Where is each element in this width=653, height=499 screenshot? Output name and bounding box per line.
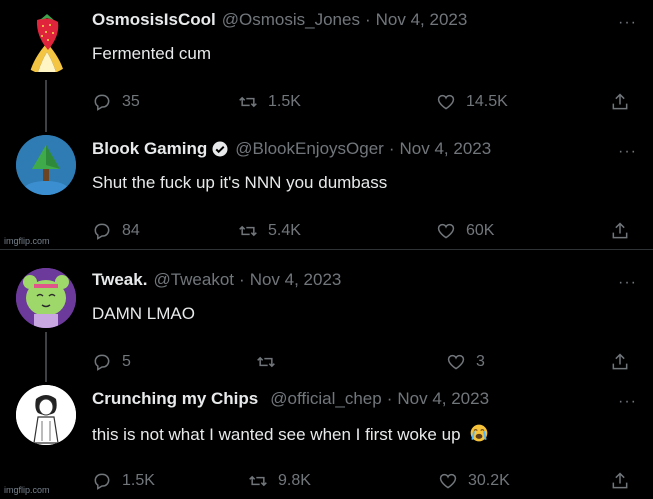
user-handle[interactable]: @Osmosis_Jones	[222, 10, 360, 30]
watermark: imgflip.com	[4, 485, 50, 495]
avatar[interactable]	[16, 14, 76, 74]
tweet-actions: 84 5.4K 60K	[92, 221, 637, 243]
reply-icon	[94, 473, 110, 490]
reply-button[interactable]: 5	[92, 352, 131, 372]
share-button[interactable]	[610, 221, 640, 241]
retweet-icon	[239, 225, 257, 237]
retweet-icon	[239, 96, 257, 108]
separator-dot: ·	[364, 10, 371, 29]
tweet-date[interactable]: Nov 4, 2023	[400, 139, 492, 159]
retweet-count: 5.4K	[268, 222, 301, 239]
reply-count: 5	[122, 353, 131, 370]
screenshot-panel-2: Tweak. @Tweakot · Nov 4, 2023 ··· DAMN L…	[0, 250, 653, 499]
reply-button[interactable]: 35	[92, 92, 140, 112]
screenshot-panel-1: OsmosisIsCool @Osmosis_Jones · Nov 4, 20…	[0, 0, 653, 249]
share-icon	[612, 353, 628, 370]
green-character-icon	[16, 268, 76, 328]
share-button[interactable]	[610, 471, 640, 491]
tweet-header: Tweak. @Tweakot · Nov 4, 2023	[92, 270, 613, 290]
strawberry-banana-icon	[30, 14, 64, 72]
retweet-count: 9.8K	[278, 472, 311, 489]
reply-icon	[94, 94, 110, 111]
watermark: imgflip.com	[4, 236, 50, 246]
tweet-header: OsmosisIsCool @Osmosis_Jones · Nov 4, 20…	[92, 10, 613, 30]
user-handle[interactable]: @BlookEnjoysOger	[235, 139, 384, 159]
more-options-icon[interactable]: ···	[618, 14, 637, 32]
like-count: 30.2K	[468, 472, 510, 489]
loudly-crying-face-icon	[470, 424, 488, 442]
tweet-actions: 35 1.5K 14.5K	[92, 92, 637, 114]
avatar[interactable]	[16, 135, 76, 195]
avatar[interactable]	[16, 268, 76, 328]
separator-dot: ·	[239, 270, 245, 289]
tweet[interactable]: Crunching my Chips @official_chep · Nov …	[0, 379, 653, 499]
sketch-character-icon	[16, 385, 76, 445]
like-count: 3	[476, 353, 485, 370]
tweet-date[interactable]: Nov 4, 2023	[376, 10, 468, 30]
retweet-button[interactable]: 5.4K	[238, 221, 301, 241]
heart-icon	[439, 473, 457, 489]
display-name[interactable]: Blook Gaming	[92, 139, 207, 159]
retweet-count: 1.5K	[268, 93, 301, 110]
like-count: 14.5K	[466, 93, 508, 110]
separator-dot: ·	[386, 389, 393, 408]
tweet-text: DAMN LMAO	[92, 304, 195, 323]
reply-button[interactable]: 84	[92, 221, 140, 241]
tweet-body: this is not what I wanted see when I fir…	[92, 423, 489, 445]
tweet[interactable]: Blook Gaming @BlookEnjoysOger · Nov 4, 2…	[0, 129, 653, 249]
more-options-icon[interactable]: ···	[618, 393, 637, 411]
user-handle[interactable]: @Tweakot	[153, 270, 234, 290]
share-button[interactable]	[610, 352, 640, 372]
share-icon	[612, 93, 628, 110]
retweet-icon	[249, 475, 267, 487]
heart-icon	[447, 354, 465, 370]
retweet-button[interactable]: 1.5K	[238, 92, 301, 112]
separator-dot: ·	[388, 139, 395, 158]
heart-icon	[437, 223, 455, 239]
like-button[interactable]: 3	[446, 352, 485, 372]
tweet-text: Shut the fuck up it's NNN you dumbass	[92, 173, 388, 192]
tweet-date[interactable]: Nov 4, 2023	[397, 389, 489, 409]
share-icon	[612, 222, 628, 239]
like-button[interactable]: 14.5K	[436, 92, 508, 112]
retweet-button[interactable]	[256, 352, 286, 372]
retweet-icon	[257, 356, 275, 368]
tweet-text: Fermented cum	[92, 44, 212, 63]
tweet-actions: 5 3	[92, 352, 637, 374]
display-name[interactable]: Tweak.	[92, 270, 147, 290]
tweet-date[interactable]: Nov 4, 2023	[250, 270, 342, 290]
like-button[interactable]: 30.2K	[438, 471, 510, 491]
reply-button[interactable]: 1.5K	[92, 471, 155, 491]
tweet-actions: 1.5K 9.8K 30.2K	[92, 471, 637, 493]
display-name[interactable]: OsmosisIsCool	[92, 10, 216, 30]
tree-icon	[16, 135, 76, 195]
display-name[interactable]: Crunching my Chips	[92, 389, 258, 409]
user-handle[interactable]: @official_chep	[270, 389, 381, 409]
tweet[interactable]: Tweak. @Tweakot · Nov 4, 2023 ··· DAMN L…	[0, 260, 653, 380]
reply-icon	[94, 354, 110, 371]
reply-count: 84	[122, 222, 140, 239]
reply-icon	[94, 223, 110, 240]
reply-count: 35	[122, 93, 140, 110]
reply-count: 1.5K	[122, 472, 155, 489]
more-options-icon[interactable]: ···	[618, 274, 637, 292]
more-options-icon[interactable]: ···	[618, 143, 637, 161]
share-button[interactable]	[610, 92, 640, 112]
tweet[interactable]: OsmosisIsCool @Osmosis_Jones · Nov 4, 20…	[0, 0, 653, 120]
tweet-text: this is not what I wanted see when I fir…	[92, 425, 461, 444]
like-button[interactable]: 60K	[436, 221, 494, 241]
tweet-header: Crunching my Chips @official_chep · Nov …	[92, 389, 613, 409]
like-count: 60K	[466, 222, 495, 239]
share-icon	[612, 472, 628, 489]
retweet-button[interactable]: 9.8K	[248, 471, 311, 491]
verified-badge-icon	[211, 140, 229, 158]
heart-icon	[437, 94, 455, 110]
avatar[interactable]	[16, 385, 76, 445]
tweet-header: Blook Gaming @BlookEnjoysOger · Nov 4, 2…	[92, 139, 613, 159]
